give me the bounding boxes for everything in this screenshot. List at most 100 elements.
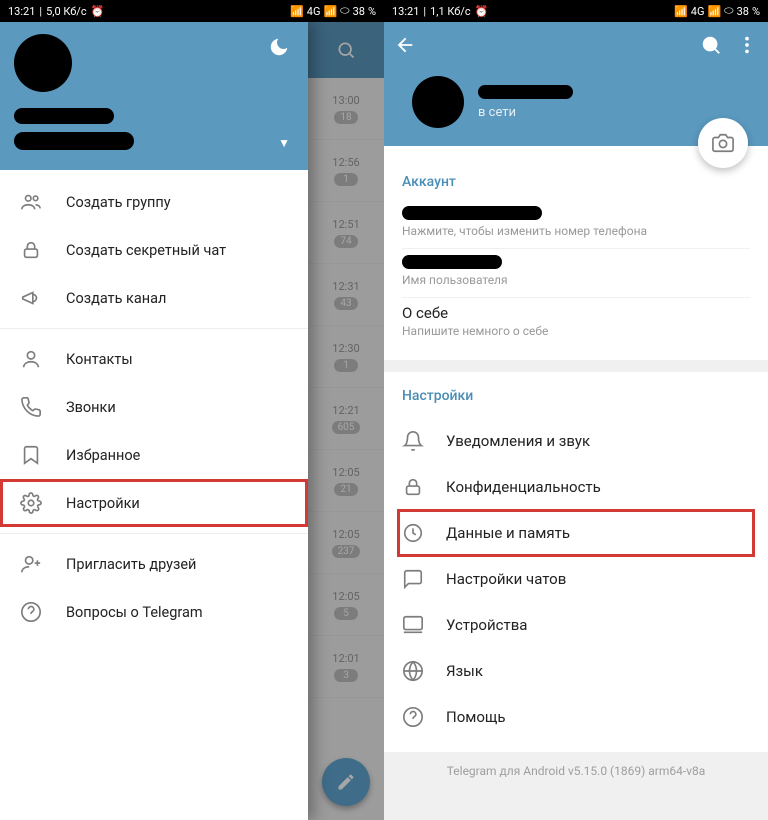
- bookmark-icon: [20, 444, 42, 466]
- help-icon: [402, 706, 424, 728]
- drawer-item-label: Звонки: [66, 399, 116, 416]
- account-bio-label: О себе: [402, 304, 750, 322]
- account-phone-row[interactable]: Нажмите, чтобы изменить номер телефона: [402, 200, 750, 249]
- settings-item-help[interactable]: Помощь: [402, 694, 750, 740]
- username-redacted: [402, 255, 502, 269]
- help-icon: [20, 601, 42, 623]
- settings-item-label: Уведомления и звук: [446, 432, 590, 450]
- card-title-settings: Настройки: [402, 388, 750, 404]
- settings-item-data-storage[interactable]: Данные и память: [398, 510, 754, 556]
- profile-status: в сети: [478, 105, 573, 120]
- lock-icon: [20, 239, 42, 261]
- settings-item-devices[interactable]: Устройства: [402, 602, 750, 648]
- megaphone-icon: [20, 287, 42, 309]
- account-username-hint: Имя пользователя: [402, 273, 750, 287]
- night-mode-toggle[interactable]: [268, 36, 290, 62]
- battery-percent: %: [368, 5, 376, 18]
- avatar[interactable]: [412, 76, 464, 128]
- drawer-item-label: Контакты: [66, 351, 133, 368]
- chat-icon: [402, 568, 424, 590]
- status-bar: 13:21 | 1,1 Кб/с ⏰ 📶 4G 📶 ⬭ 38 %: [384, 0, 768, 22]
- status-net-speed: 5,0 Кб/с: [46, 5, 87, 18]
- alarm-icon: ⏰: [475, 5, 489, 18]
- dim-overlay[interactable]: [308, 22, 384, 820]
- settings-item-label: Язык: [446, 662, 483, 680]
- lock-icon: [402, 476, 424, 498]
- phone-right: 13:21 | 1,1 Кб/с ⏰ 📶 4G 📶 ⬭ 38 %: [384, 0, 768, 820]
- version-footer: Telegram для Android v5.15.0 (1869) arm6…: [384, 752, 768, 790]
- settings-item-label: Настройки чатов: [446, 570, 566, 588]
- account-bio-hint: Напишите немного о себе: [402, 324, 750, 338]
- signal-icon: 📶: [323, 5, 337, 18]
- drawer-item-contacts[interactable]: Контакты: [0, 335, 308, 383]
- drawer-item-saved[interactable]: Избранное: [0, 431, 308, 479]
- signal-icon: 📶: [707, 5, 721, 18]
- drawer-item-new-group[interactable]: Создать группу: [0, 178, 308, 226]
- drawer-item-invite[interactable]: Пригласить друзей: [0, 540, 308, 588]
- battery-percent: %: [752, 5, 760, 18]
- battery-level: 38: [353, 5, 365, 18]
- drawer-item-secret-chat[interactable]: Создать секретный чат: [0, 226, 308, 274]
- alarm-icon: ⏰: [91, 5, 105, 18]
- drawer-item-calls[interactable]: Звонки: [0, 383, 308, 431]
- status-net-speed: 1,1 Кб/с: [430, 5, 471, 18]
- signal-label: 4G: [307, 5, 321, 18]
- settings-item-notifications[interactable]: Уведомления и звук: [402, 418, 750, 464]
- drawer-item-label: Создать секретный чат: [66, 242, 226, 259]
- settings-item-language[interactable]: Язык: [402, 648, 750, 694]
- chevron-down-icon[interactable]: ▼: [278, 136, 290, 150]
- back-button[interactable]: [394, 34, 416, 60]
- nav-drawer: ▼ Создать группу Создать секретный чат С…: [0, 22, 308, 820]
- profile-header: в сети: [384, 22, 768, 146]
- status-time: 13:21: [392, 5, 419, 18]
- settings-item-label: Помощь: [446, 708, 506, 726]
- group-icon: [20, 191, 42, 213]
- status-divider: |: [39, 5, 42, 18]
- drawer-item-label: Настройки: [66, 495, 140, 512]
- settings-item-chat-settings[interactable]: Настройки чатов: [402, 556, 750, 602]
- sim-icon: 📶: [290, 5, 304, 18]
- battery-icon: ⬭: [724, 4, 733, 18]
- moon-icon: [268, 36, 290, 58]
- status-divider: |: [423, 5, 426, 18]
- account-username-row[interactable]: Имя пользователя: [402, 249, 750, 298]
- settings-item-label: Данные и память: [446, 524, 570, 542]
- card-title-account: Аккаунт: [402, 174, 750, 190]
- profile-name-redacted: [478, 85, 573, 99]
- drawer-item-faq[interactable]: Вопросы о Telegram: [0, 588, 308, 636]
- account-bio-row[interactable]: О себе Напишите немного о себе: [402, 298, 750, 348]
- settings-item-label: Конфиденциальность: [446, 478, 601, 496]
- signal-label: 4G: [691, 5, 705, 18]
- gear-icon: [20, 492, 42, 514]
- settings-card: Настройки Уведомления и звук Конфиденциа…: [384, 372, 768, 752]
- account-name-redacted: [14, 108, 114, 124]
- avatar[interactable]: [14, 34, 72, 92]
- phone-left: 13:21 | 5,0 Кб/с ⏰ 📶 4G 📶 ⬭ 38 % 13:0018…: [0, 0, 384, 820]
- phone-redacted: [402, 206, 542, 220]
- phone-icon: [20, 396, 42, 418]
- change-photo-fab[interactable]: [698, 118, 748, 168]
- divider: [0, 328, 308, 329]
- drawer-item-label: Избранное: [66, 447, 140, 464]
- monitor-icon: [402, 614, 424, 636]
- account-card: Аккаунт Нажмите, чтобы изменить номер те…: [384, 146, 768, 360]
- drawer-item-label: Вопросы о Telegram: [66, 604, 203, 621]
- drawer-header[interactable]: ▼: [0, 22, 308, 170]
- bell-icon: [402, 430, 424, 452]
- settings-item-privacy[interactable]: Конфиденциальность: [402, 464, 750, 510]
- more-button[interactable]: [736, 34, 758, 60]
- search-button[interactable]: [700, 34, 722, 60]
- battery-icon: ⬭: [340, 4, 349, 18]
- divider: [0, 533, 308, 534]
- user-icon: [20, 348, 42, 370]
- drawer-item-label: Пригласить друзей: [66, 556, 196, 573]
- globe-icon: [402, 660, 424, 682]
- status-bar: 13:21 | 5,0 Кб/с ⏰ 📶 4G 📶 ⬭ 38 %: [0, 0, 384, 22]
- drawer-item-new-channel[interactable]: Создать канал: [0, 274, 308, 322]
- add-user-icon: [20, 553, 42, 575]
- account-phone-redacted: [14, 132, 134, 150]
- battery-level: 38: [737, 5, 749, 18]
- drawer-item-settings[interactable]: Настройки: [0, 479, 308, 527]
- sim-icon: 📶: [674, 5, 688, 18]
- camera-icon: [712, 132, 734, 154]
